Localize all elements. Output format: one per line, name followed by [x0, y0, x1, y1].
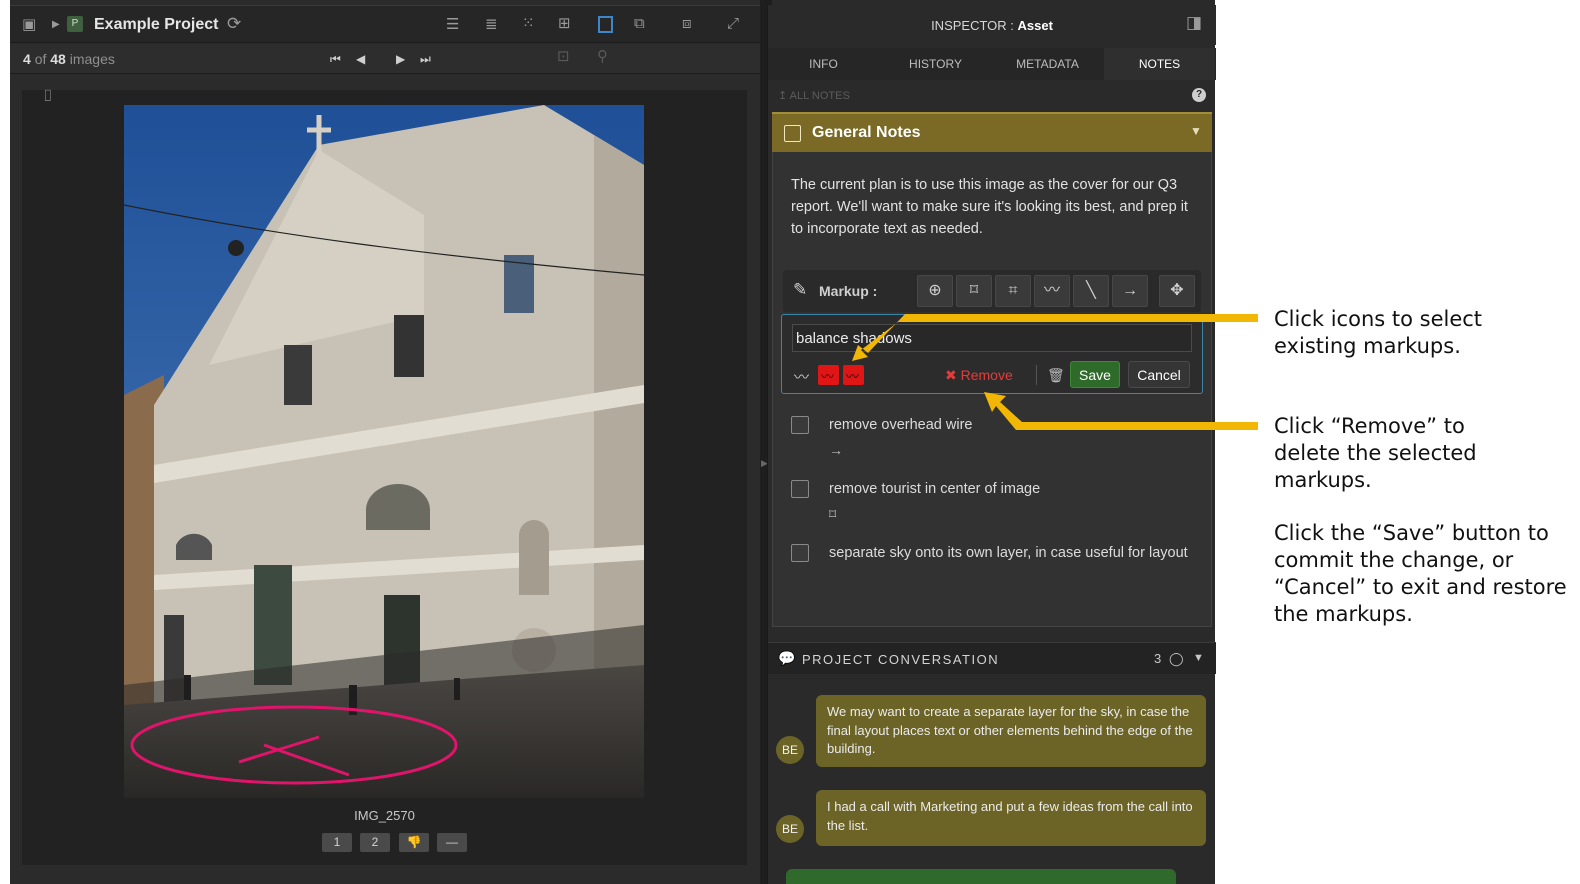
inspector-title-prefix: INSPECTOR :	[931, 18, 1018, 33]
line-tool-icon[interactable]: ╲	[1073, 275, 1109, 307]
markup-toolbar: ✎ Markup : ⊕ ⌑ ⌗ 〰 ╲ → ✥	[783, 270, 1201, 312]
markup-freehand-icon[interactable]: 〰	[794, 366, 809, 387]
image-counter: 4 of 48 images	[23, 51, 115, 67]
message-bubble[interactable]: We may want to create a separate layer f…	[816, 695, 1206, 767]
annotation-select-markups: Click icons to select existing markups.	[1274, 307, 1483, 358]
all-notes-label: ALL NOTES	[789, 90, 850, 102]
counter-of: of	[34, 51, 47, 67]
image-viewer-panel: ▣ ▶ P Example Project ⟳ ☰ ≣ ⁙ ⊞ ⧉ ⧈ ⤢ 4 …	[10, 0, 760, 884]
church-photo	[124, 105, 644, 798]
general-notes-text[interactable]: The current plan is to use this image as…	[791, 174, 1201, 240]
project-conversation-header[interactable]: 💬 PROJECT CONVERSATION 3 ◯ ▼	[768, 642, 1216, 674]
tab-info[interactable]: INFO	[768, 48, 879, 80]
counter-unit: images	[69, 51, 115, 67]
single-view-icon[interactable]	[598, 16, 613, 33]
note-text-input[interactable]	[792, 324, 1192, 352]
zoom-icon[interactable]: ⚲	[597, 49, 608, 65]
crop-tool-icon[interactable]: ⌗	[995, 275, 1031, 307]
last-image-icon[interactable]: ⏭	[420, 51, 431, 67]
note-editor: 〰 〰 〰 ✖ Remove 🗑 Save Cancel	[781, 314, 1203, 394]
tab-metadata[interactable]: METADATA	[992, 48, 1103, 80]
message-bubble-partial	[786, 869, 1176, 884]
refresh-icon[interactable]: ⟳	[227, 15, 241, 32]
collapse-icon[interactable]: ▼	[1190, 124, 1202, 138]
detail-list-icon[interactable]: ≣	[485, 17, 498, 33]
move-tool-icon[interactable]: ✥	[1159, 275, 1195, 307]
panel-toggle-icon[interactable]: ◨	[1186, 14, 1202, 31]
trash-icon[interactable]: 🗑	[1047, 367, 1065, 384]
navigation-bar: 4 of 48 images ⏮ ◀ ▶ ⏭ ⊡ ⚲	[10, 44, 760, 74]
inspector-title: INSPECTOR : Asset	[768, 5, 1216, 45]
selected-markup-icon-1[interactable]: 〰	[818, 365, 839, 385]
inspector-title-value: Asset	[1017, 18, 1053, 33]
save-button[interactable]: Save	[1070, 361, 1120, 388]
inspector-tabs: INFO HISTORY METADATA NOTES	[768, 48, 1216, 80]
conversation-icon: 💬	[778, 650, 796, 666]
inspector-panel: ⌷ INSPECTOR : Asset ◨ INFO HISTORY METAD…	[767, 5, 1216, 884]
remove-label: Remove	[960, 367, 1013, 383]
avatar[interactable]: BE	[776, 736, 804, 764]
selected-markup-icon-2[interactable]: 〰	[843, 365, 864, 385]
todo-checkbox[interactable]	[791, 416, 809, 434]
compare-view-icon[interactable]: ⧉	[634, 16, 645, 32]
todo-label[interactable]: remove overhead wire	[829, 414, 1199, 436]
general-notes-header[interactable]: General Notes ▼	[772, 112, 1212, 152]
rating-button-1[interactable]: 1	[322, 833, 352, 852]
clear-rating-button[interactable]: —	[437, 833, 467, 852]
rectangle-markup-icon[interactable]: ⌑	[829, 506, 836, 523]
tab-notes[interactable]: NOTES	[1104, 48, 1215, 80]
freehand-tool-icon[interactable]: 〰	[1034, 275, 1070, 307]
todo-checkbox[interactable]	[791, 480, 809, 498]
counter-current: 4	[23, 51, 31, 67]
fullscreen-icon[interactable]: ⤢	[727, 16, 739, 32]
message-bubble[interactable]: I had a call with Marketing and put a fe…	[816, 790, 1206, 846]
general-notes-title: General Notes	[812, 124, 921, 141]
overlay-icon[interactable]: ⧈	[682, 16, 692, 32]
browser-icon[interactable]: ▣	[22, 17, 36, 33]
help-icon[interactable]: ?	[1192, 88, 1206, 102]
grid-small-icon[interactable]: ⁙	[522, 16, 535, 32]
next-image-icon[interactable]: ▶	[396, 51, 405, 67]
avatar[interactable]: BE	[776, 815, 804, 843]
markup-label: Markup :	[819, 283, 878, 299]
arrow-tool-icon[interactable]: →	[1112, 275, 1148, 307]
first-image-icon[interactable]: ⏮	[330, 51, 341, 67]
reject-button[interactable]: 👎	[399, 833, 429, 852]
project-badge-icon: P	[67, 16, 83, 32]
previous-image-icon[interactable]: ◀	[356, 51, 365, 67]
counter-total: 48	[50, 51, 66, 67]
target-tool-icon[interactable]: ⊕	[917, 275, 953, 307]
crop-grid-icon[interactable]: ⊡	[557, 49, 570, 65]
conversation-collapse-icon[interactable]: ▼	[1193, 652, 1204, 664]
comment-icon: ◯	[1169, 651, 1184, 666]
remove-button[interactable]: ✖ Remove	[945, 367, 1013, 384]
image-canvas: ⌷ IMG_2570 1 2 👎 —	[22, 89, 747, 865]
asset-image[interactable]	[124, 105, 644, 798]
todo-label[interactable]: remove tourist in center of image	[829, 478, 1199, 500]
markup-pen-icon: ✎	[793, 280, 808, 299]
divider	[1036, 365, 1037, 385]
todo-checkbox[interactable]	[791, 544, 809, 562]
conversation-title: PROJECT CONVERSATION	[802, 652, 1000, 667]
project-title[interactable]: Example Project	[94, 16, 219, 34]
arrow-markup-icon[interactable]: →	[829, 442, 843, 458]
general-notes-body: The current plan is to use this image as…	[772, 152, 1212, 627]
annotation-remove: Click “Remove” to delete the selected ma…	[1274, 414, 1477, 492]
application-window: ▣ ▶ P Example Project ⟳ ☰ ≣ ⁙ ⊞ ⧉ ⧈ ⤢ 4 …	[10, 0, 1216, 884]
expand-arrow-icon[interactable]: ▶	[52, 17, 60, 33]
rectangle-tool-icon[interactable]: ⌑	[956, 275, 992, 307]
annotation-save-cancel: Click the “Save” button to commit the ch…	[1274, 521, 1567, 626]
image-filename: IMG_2570	[354, 808, 415, 823]
conversation-count: 3	[1154, 651, 1162, 666]
bookmark-icon[interactable]: ⌷	[43, 89, 53, 105]
grid-large-icon[interactable]: ⊞	[558, 16, 571, 32]
list-view-icon[interactable]: ☰	[446, 17, 459, 33]
tab-history[interactable]: HISTORY	[880, 48, 991, 80]
all-notes-link[interactable]: ↥ ALL NOTES	[778, 89, 850, 102]
note-icon	[784, 125, 801, 142]
todo-label[interactable]: separate sky onto its own layer, in case…	[829, 542, 1199, 564]
rating-button-2[interactable]: 2	[360, 833, 390, 852]
cancel-button[interactable]: Cancel	[1128, 361, 1190, 388]
viewer-toolbar: ▣ ▶ P Example Project ⟳ ☰ ≣ ⁙ ⊞ ⧉ ⧈ ⤢	[10, 5, 760, 43]
